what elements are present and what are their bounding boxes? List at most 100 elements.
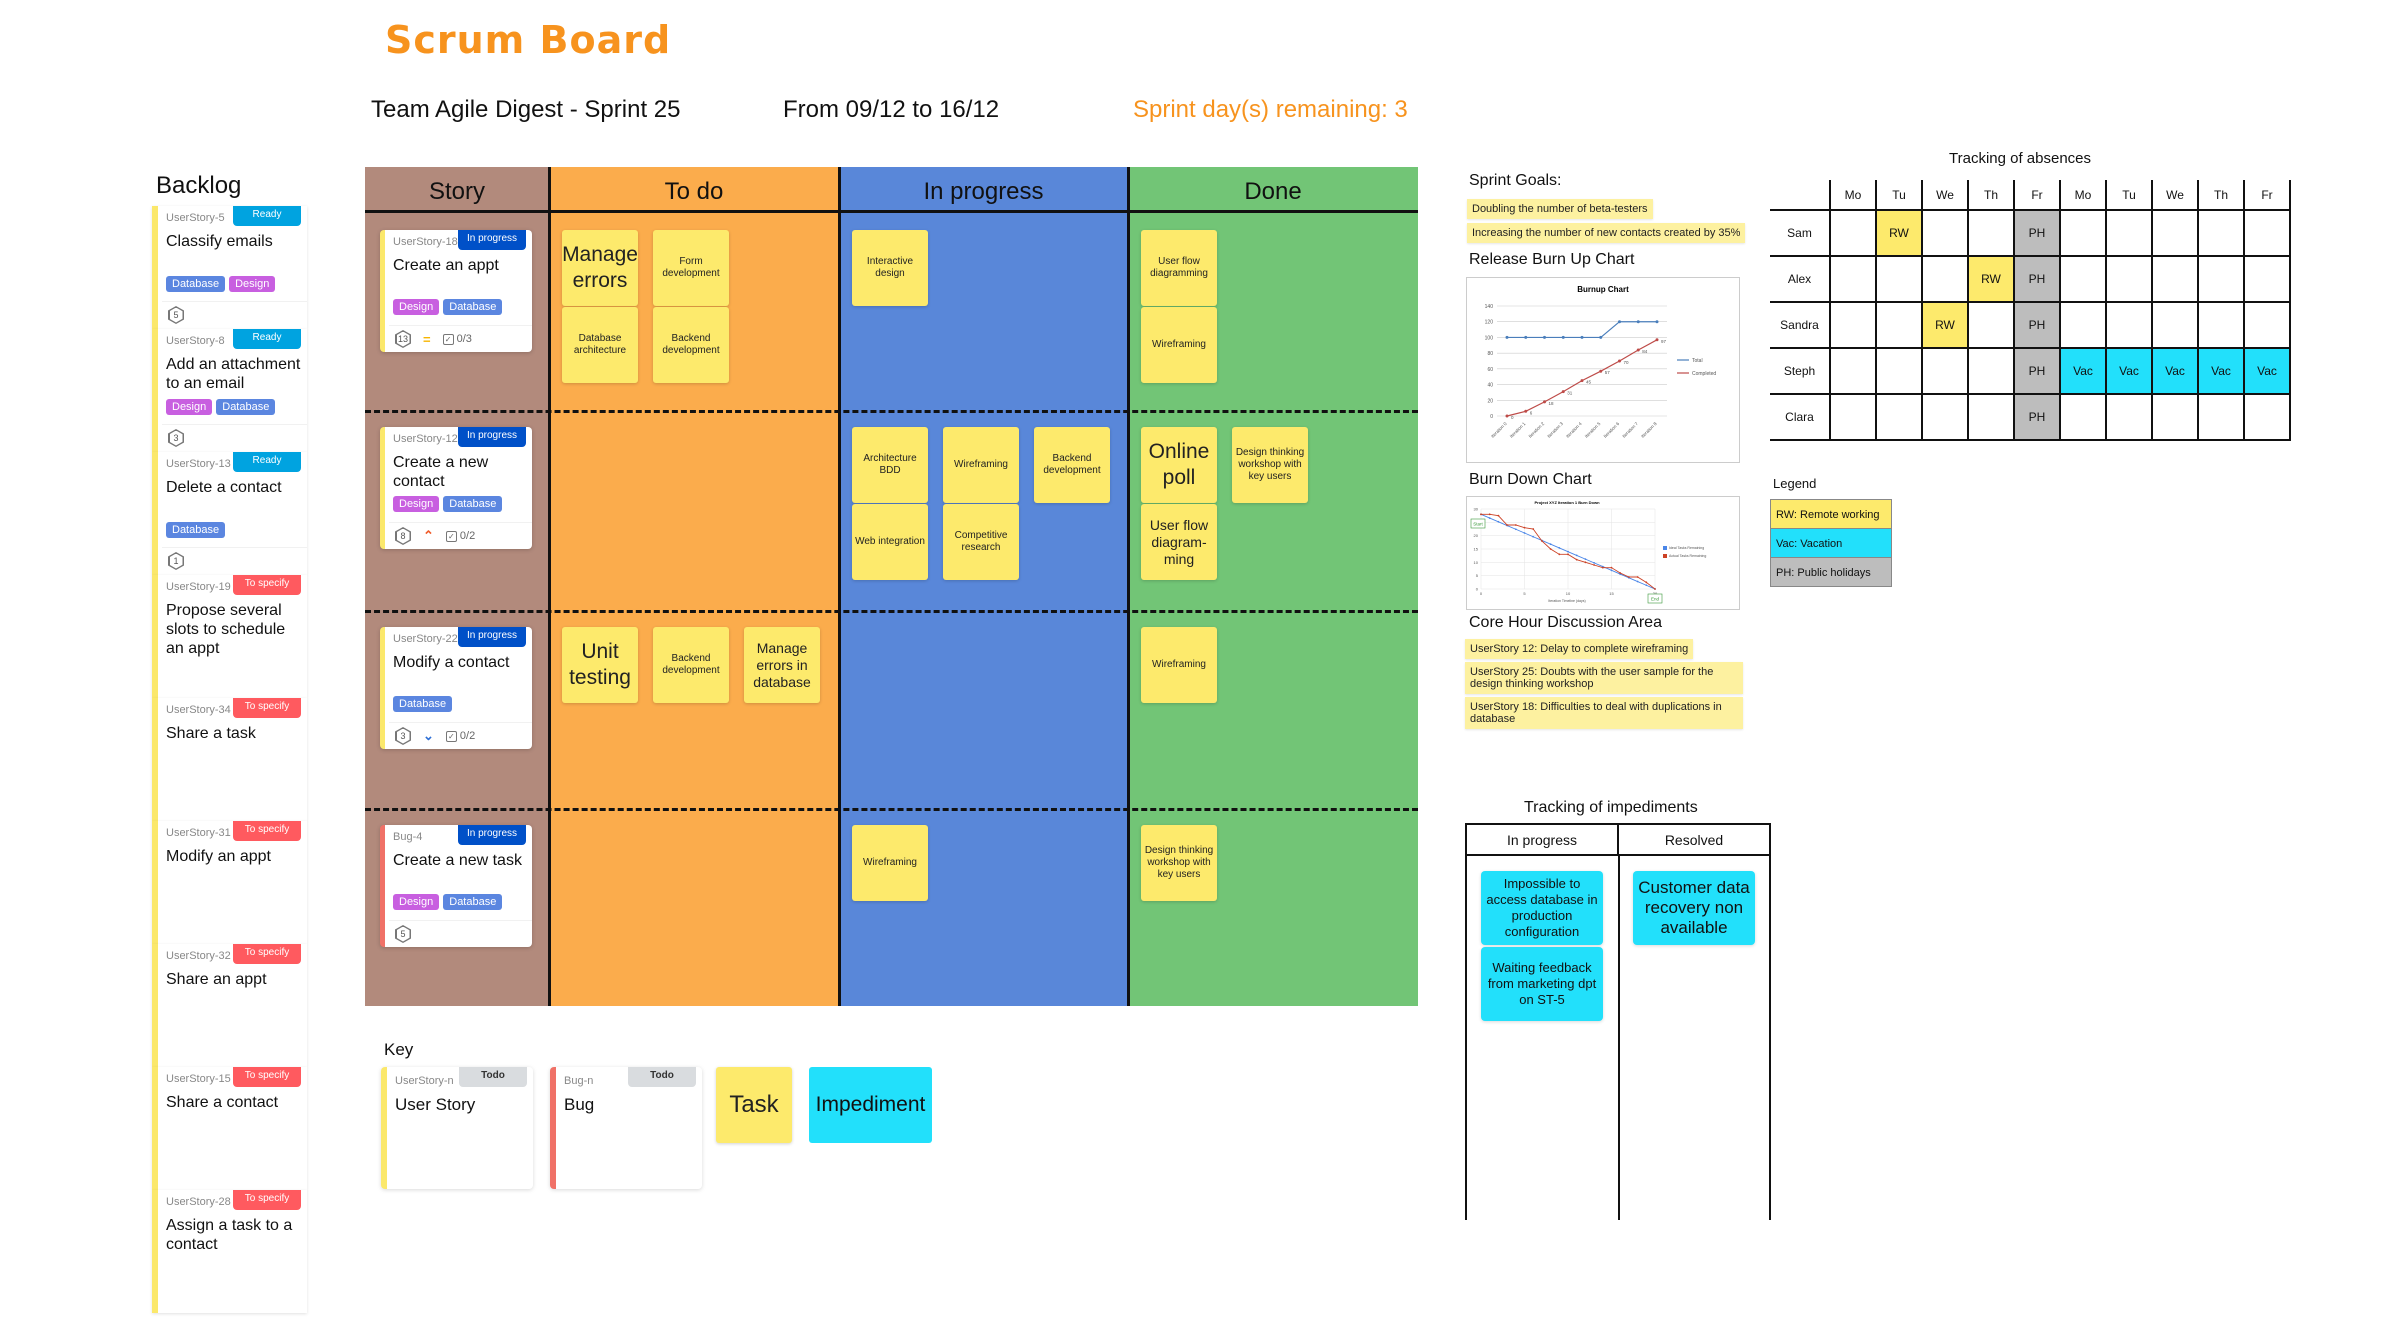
absence-cell-empty[interactable] [2243, 301, 2291, 349]
tag-database[interactable]: Database [166, 522, 226, 538]
absence-cell-empty[interactable] [2151, 393, 2199, 441]
absence-cell-empty[interactable] [2243, 209, 2291, 257]
absence-cell-rw[interactable]: RW [1875, 209, 1923, 257]
tag-database[interactable]: Database [443, 894, 503, 910]
status-badge[interactable]: To specify [233, 575, 301, 595]
absence-cell-empty[interactable] [1829, 301, 1877, 349]
task-sticky[interactable]: Web integration [852, 504, 928, 580]
status-badge[interactable]: In progress [458, 427, 526, 447]
absence-cell-empty[interactable] [2197, 301, 2245, 349]
absence-cell-ph[interactable]: PH [2013, 255, 2061, 303]
bug-card[interactable]: Bug-4 In progress Create a new task Design D… [380, 825, 532, 947]
tag-database[interactable]: Database [166, 276, 226, 292]
absence-cell-empty[interactable] [1829, 393, 1877, 441]
absence-cell-ph[interactable]: PH [2013, 347, 2061, 395]
task-sticky[interactable]: Design thinking workshop with key users [1232, 427, 1308, 503]
backlog-card[interactable]: UserStory-8 Ready Add an attachment to an … [152, 329, 307, 452]
absence-cell-empty[interactable] [2151, 301, 2199, 349]
task-sticky[interactable]: Interactive design [852, 230, 928, 306]
absence-cell-empty[interactable] [2197, 393, 2245, 441]
absence-cell-empty[interactable] [1875, 393, 1923, 441]
absence-cell-vac[interactable]: Vac [2151, 347, 2199, 395]
impediment-card[interactable]: Waiting feedback from marketing dpt on S… [1481, 947, 1603, 1021]
impediment-card[interactable]: Customer data recovery non available [1633, 871, 1755, 945]
task-sticky[interactable]: Backend development [1034, 427, 1110, 503]
absence-cell-empty[interactable] [1829, 347, 1877, 395]
absence-cell-empty[interactable] [1921, 393, 1969, 441]
absence-cell-empty[interactable] [1921, 347, 1969, 395]
absence-cell-empty[interactable] [2105, 393, 2153, 441]
task-sticky[interactable]: Backend development [653, 627, 729, 703]
absence-cell-vac[interactable]: Vac [2105, 347, 2153, 395]
status-badge[interactable]: In progress [458, 230, 526, 250]
tag-design[interactable]: Design [393, 299, 440, 315]
absence-cell-empty[interactable] [1875, 347, 1923, 395]
absence-cell-empty[interactable] [1875, 301, 1923, 349]
tag-design[interactable]: Design [166, 399, 213, 415]
task-sticky[interactable]: Online poll [1141, 427, 1217, 503]
absence-cell-empty[interactable] [1967, 301, 2015, 349]
absence-cell-empty[interactable] [1967, 347, 2015, 395]
status-badge[interactable]: In progress [458, 825, 526, 845]
absence-cell-empty[interactable] [2059, 209, 2107, 257]
absence-cell-empty[interactable] [1875, 255, 1923, 303]
backlog-card[interactable]: UserStory-19 To specify Propose several sl… [152, 575, 307, 698]
task-sticky[interactable]: Competitive research [943, 504, 1019, 580]
backlog-card[interactable]: UserStory-32 To specify Share an appt [152, 944, 307, 1067]
absence-cell-empty[interactable] [1921, 209, 1969, 257]
task-sticky[interactable]: User flow diagramming [1141, 230, 1217, 306]
absence-cell-empty[interactable] [1967, 209, 2015, 257]
status-badge[interactable]: To specify [233, 944, 301, 964]
status-badge[interactable]: Ready [233, 329, 301, 349]
status-badge[interactable]: To specify [233, 821, 301, 841]
absence-cell-empty[interactable] [2105, 255, 2153, 303]
absence-cell-vac[interactable]: Vac [2059, 347, 2107, 395]
absence-cell-empty[interactable] [2243, 393, 2291, 441]
absence-cell-empty[interactable] [2059, 301, 2107, 349]
status-badge[interactable]: To specify [233, 1190, 301, 1210]
tag-design[interactable]: Design [229, 276, 276, 292]
absence-cell-empty[interactable] [1829, 255, 1877, 303]
absence-cell-empty[interactable] [1967, 393, 2015, 441]
absence-cell-vac[interactable]: Vac [2197, 347, 2245, 395]
backlog-card[interactable]: UserStory-15 To specify Share a contact [152, 1067, 307, 1190]
tag-database[interactable]: Database [393, 696, 453, 712]
task-sticky[interactable]: Design thinking workshop with key users [1141, 825, 1217, 901]
status-badge[interactable]: Ready [233, 206, 301, 226]
absence-cell-rw[interactable]: RW [1921, 301, 1969, 349]
absence-cell-empty[interactable] [2059, 255, 2107, 303]
absence-cell-empty[interactable] [2151, 255, 2199, 303]
absence-cell-ph[interactable]: PH [2013, 393, 2061, 441]
tag-database[interactable]: Database [216, 399, 276, 415]
task-sticky[interactable]: Form development [653, 230, 729, 306]
task-sticky[interactable]: Wireframing [1141, 307, 1217, 383]
absence-cell-empty[interactable] [2059, 393, 2107, 441]
task-sticky[interactable]: Wireframing [852, 825, 928, 901]
status-badge[interactable]: Ready [233, 452, 301, 472]
backlog-card[interactable]: UserStory-13 Ready Delete a contact Databas… [152, 452, 307, 575]
task-sticky[interactable]: User flow diagram-ming [1141, 504, 1217, 580]
tag-database[interactable]: Database [443, 299, 503, 315]
story-card[interactable]: UserStory-18 In progress Create an appt Des… [380, 230, 532, 352]
absence-cell-ph[interactable]: PH [2013, 301, 2061, 349]
backlog-card[interactable]: UserStory-31 To specify Modify an appt [152, 821, 307, 944]
absence-cell-empty[interactable] [2105, 301, 2153, 349]
task-sticky[interactable]: Manage errors in database [744, 627, 820, 703]
task-sticky[interactable]: Backend development [653, 307, 729, 383]
absence-cell-ph[interactable]: PH [2013, 209, 2061, 257]
absence-cell-empty[interactable] [2105, 209, 2153, 257]
absence-cell-rw[interactable]: RW [1967, 255, 2015, 303]
task-sticky[interactable]: Wireframing [943, 427, 1019, 503]
task-sticky[interactable]: Wireframing [1141, 627, 1217, 703]
story-card[interactable]: UserStory-12 In progress Create a new cont… [380, 427, 532, 549]
impediment-card[interactable]: Impossible to access database in product… [1481, 871, 1603, 945]
task-sticky[interactable]: Unit testing [562, 627, 638, 703]
task-sticky[interactable]: Manage errors [562, 230, 638, 306]
backlog-card[interactable]: UserStory-34 To specify Share a task [152, 698, 307, 821]
absence-cell-empty[interactable] [2197, 209, 2245, 257]
absence-cell-empty[interactable] [1921, 255, 1969, 303]
tag-database[interactable]: Database [443, 496, 503, 512]
status-badge[interactable]: To specify [233, 698, 301, 718]
absence-cell-empty[interactable] [1829, 209, 1877, 257]
task-sticky[interactable]: Architecture BDD [852, 427, 928, 503]
